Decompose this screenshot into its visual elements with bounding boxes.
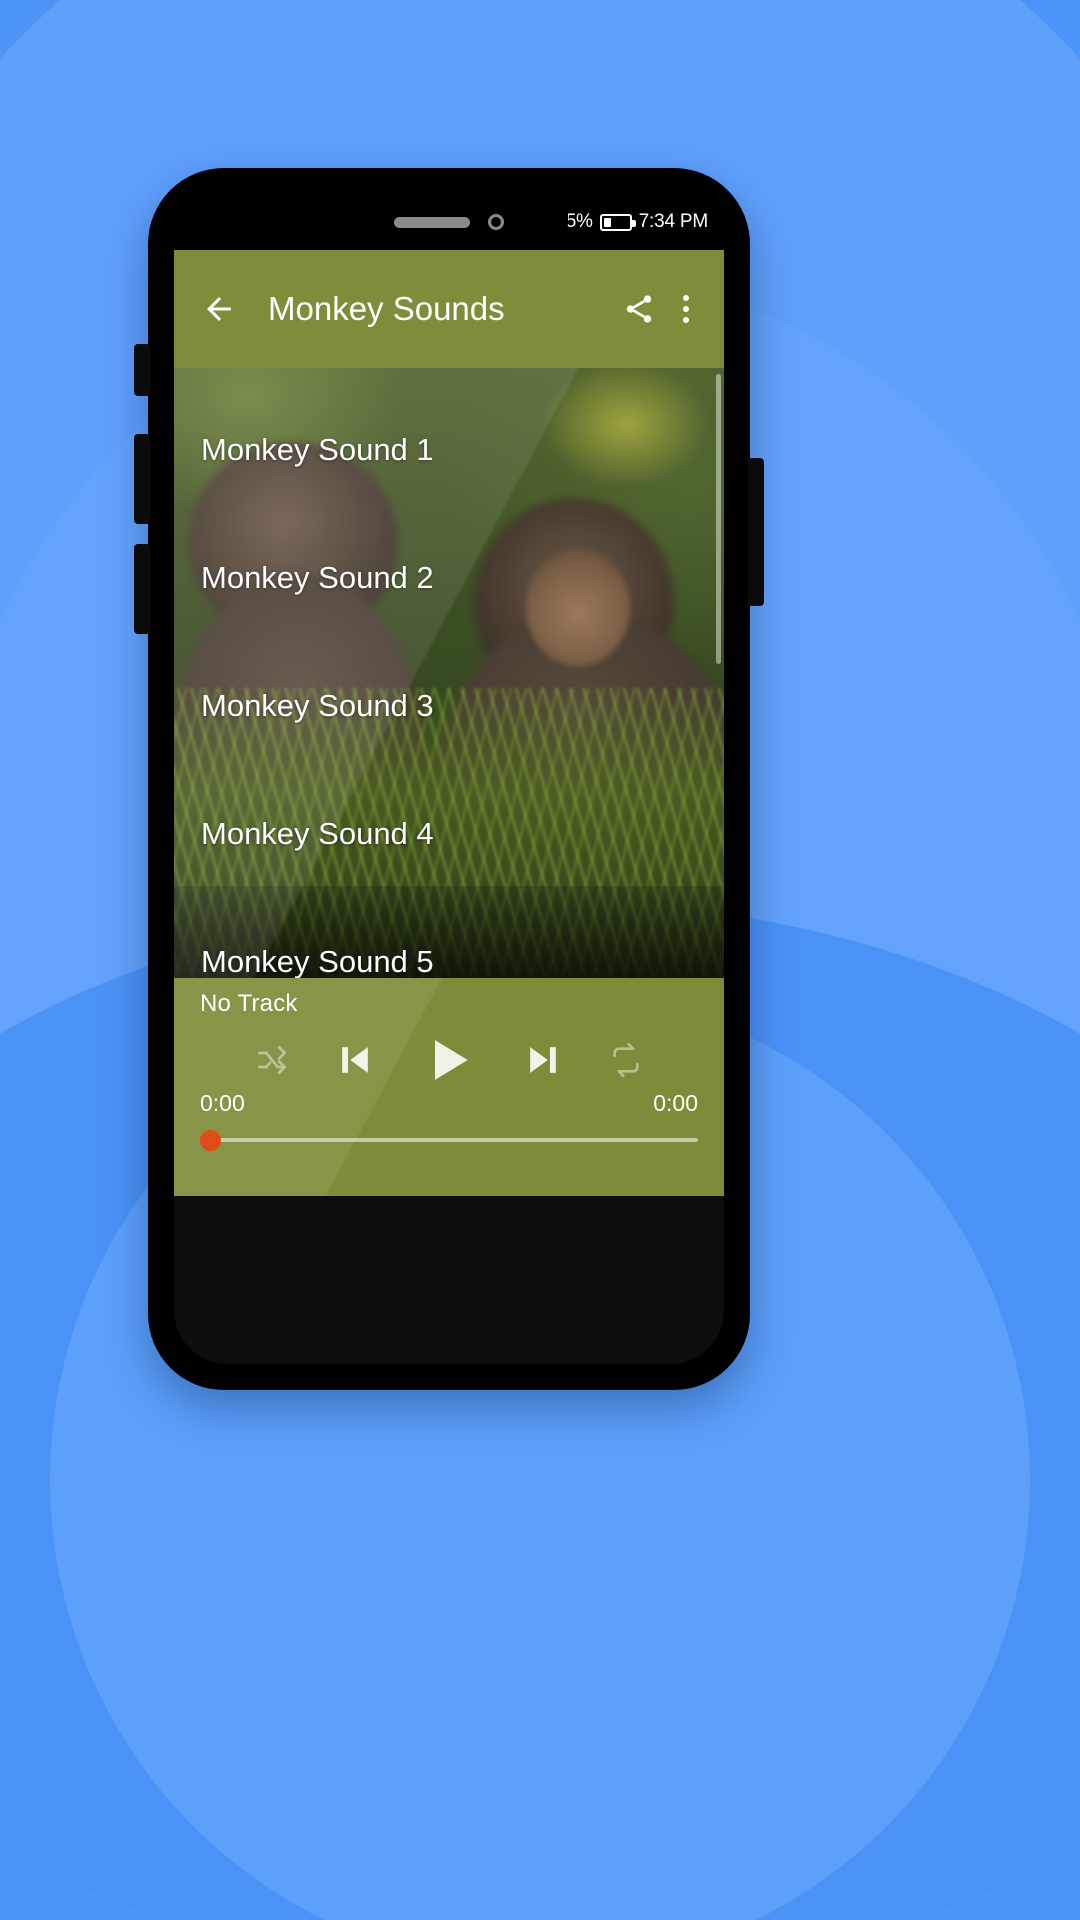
share-icon <box>626 295 652 323</box>
player-bar: No Track 0:00 0:00 <box>174 978 724 1196</box>
page-title: Monkey Sounds <box>268 290 505 327</box>
battery-percent-label: 5% <box>565 211 593 232</box>
list-item[interactable]: Monkey Sound 1 <box>174 386 724 514</box>
seek-bar[interactable] <box>200 1125 698 1155</box>
arrow-left-icon <box>207 297 231 321</box>
next-button[interactable] <box>521 1038 565 1082</box>
skip-previous-icon <box>342 1047 368 1073</box>
front-camera-icon <box>488 214 504 230</box>
phone-notch <box>330 194 568 250</box>
phone-volume-down-button[interactable] <box>134 544 150 634</box>
phone-mute-switch[interactable] <box>134 344 150 396</box>
list-item[interactable]: Monkey Sound 5 <box>174 898 724 978</box>
previous-button[interactable] <box>333 1038 377 1082</box>
transport-controls <box>200 1024 698 1096</box>
play-icon <box>435 1040 468 1080</box>
page-backdrop: 5% 7:34 PM Monkey Sounds Monkey Sound 1 … <box>0 0 1080 1920</box>
navigation-area <box>174 1196 724 1364</box>
more-vertical-icon <box>683 295 689 323</box>
skip-next-icon <box>530 1047 556 1073</box>
phone-mockup: 5% 7:34 PM Monkey Sounds Monkey Sound 1 … <box>134 168 764 1390</box>
list-scrollbar[interactable] <box>716 374 721 664</box>
list-item[interactable]: Monkey Sound 3 <box>174 642 724 770</box>
share-button[interactable] <box>612 282 666 336</box>
sound-list: Monkey Sound 1 Monkey Sound 2 Monkey Sou… <box>174 368 724 978</box>
phone-screen: 5% 7:34 PM Monkey Sounds Monkey Sound 1 … <box>174 194 724 1364</box>
play-button[interactable] <box>421 1032 477 1088</box>
app-bar: Monkey Sounds <box>174 250 724 368</box>
phone-volume-up-button[interactable] <box>134 434 150 524</box>
sound-label: Monkey Sound 1 <box>201 432 434 467</box>
sound-label: Monkey Sound 5 <box>201 944 434 978</box>
sound-list-container[interactable]: Monkey Sound 1 Monkey Sound 2 Monkey Sou… <box>174 368 724 978</box>
battery-icon <box>599 213 636 231</box>
current-track-label: No Track <box>200 990 298 1017</box>
repeat-icon <box>613 1043 639 1077</box>
list-item[interactable]: Monkey Sound 2 <box>174 514 724 642</box>
clock-label: 7:34 PM <box>638 211 709 232</box>
earpiece-speaker <box>394 216 470 228</box>
seek-rail <box>200 1138 698 1142</box>
shuffle-button[interactable] <box>255 1043 289 1077</box>
sound-label: Monkey Sound 4 <box>201 816 434 851</box>
total-time-label: 0:00 <box>653 1090 698 1116</box>
repeat-button[interactable] <box>609 1043 643 1077</box>
seek-thumb[interactable] <box>200 1130 221 1151</box>
overflow-menu-button[interactable] <box>666 282 706 336</box>
list-item[interactable]: Monkey Sound 4 <box>174 770 724 898</box>
sound-label: Monkey Sound 2 <box>201 560 434 595</box>
elapsed-time-label: 0:00 <box>200 1090 245 1116</box>
shuffle-icon <box>257 1045 287 1075</box>
time-row: 0:00 0:00 <box>200 1090 698 1117</box>
sound-label: Monkey Sound 3 <box>201 688 434 723</box>
phone-power-button[interactable] <box>748 458 764 606</box>
back-button[interactable] <box>192 282 246 336</box>
app-root: 5% 7:34 PM Monkey Sounds Monkey Sound 1 … <box>174 194 724 1364</box>
